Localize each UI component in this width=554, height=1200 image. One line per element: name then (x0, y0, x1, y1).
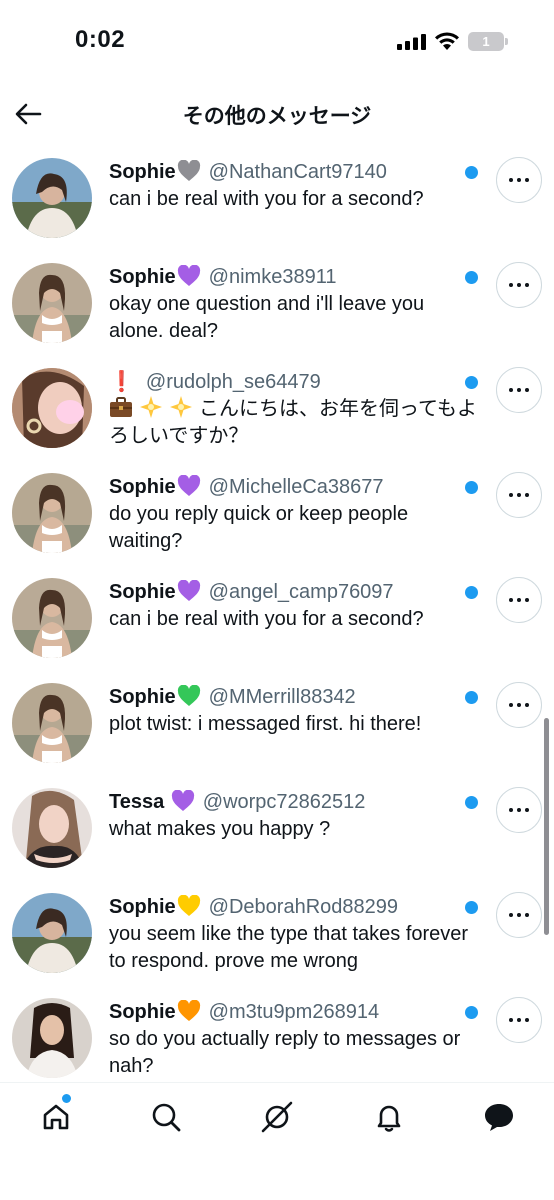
bell-icon (377, 1105, 401, 1132)
heart-emoji-icon (177, 265, 200, 286)
sender-name: Sophie (109, 1001, 176, 1023)
messages-icon (485, 1104, 513, 1131)
unread-dot (465, 166, 478, 179)
sender-name: Sophie (109, 896, 176, 918)
tab-search[interactable] (146, 1097, 186, 1137)
heart-emoji-icon (171, 790, 194, 811)
avatar (12, 578, 92, 658)
briefcase-icon (110, 397, 132, 417)
unread-dot (465, 691, 478, 704)
exclamation-emoji: ❗ (109, 371, 134, 393)
cellular-signal-icon (397, 34, 426, 50)
message-text: こんにちは、お年を伺ってもよろしいですか？ (109, 398, 477, 447)
wifi-icon (435, 32, 459, 50)
message-preview: what makes you happy ? (109, 818, 331, 840)
sender-handle: @MichelleCa38677 (208, 476, 384, 498)
avatar (12, 368, 92, 448)
header: その他のメッセージ (0, 86, 554, 142)
status-bar: 0:02 1 (0, 0, 554, 84)
sender-name: Sophie (109, 686, 176, 708)
more-options-button[interactable] (496, 997, 542, 1043)
message-item[interactable]: Sophie @DeborahRod88299 you seem like the… (0, 888, 554, 992)
unread-dot (465, 271, 478, 284)
notification-dot (62, 1094, 71, 1103)
more-options-button[interactable] (496, 472, 542, 518)
message-preview: so do you actually reply to messages or … (109, 1028, 461, 1077)
sender-handle: @angel_camp76097 (208, 581, 394, 603)
sender-handle: @rudolph_se64479 (145, 371, 321, 393)
message-preview: こんにちは、お年を伺ってもよろしいですか？ (109, 396, 484, 450)
avatar (12, 158, 92, 238)
unread-dot (465, 481, 478, 494)
home-icon (43, 1104, 69, 1130)
avatar (12, 263, 92, 343)
avatar (12, 683, 92, 763)
sender-handle: @nimke38911 (208, 266, 337, 288)
message-preview: you seem like the type that takes foreve… (109, 923, 469, 972)
heart-emoji-icon (177, 685, 200, 706)
message-item[interactable]: Sophie @angel_camp76097 can i be real wit… (0, 573, 554, 677)
tab-grok[interactable] (257, 1097, 297, 1137)
sender-handle: @m3tu9pm268914 (208, 1001, 380, 1023)
unread-dot (465, 586, 478, 599)
sender-handle: @MMerrill88342 (208, 686, 356, 708)
tab-home[interactable] (36, 1094, 76, 1137)
sender-name: Sophie (109, 581, 176, 603)
sender-name: Sophie (109, 266, 176, 288)
sender-name: Sophie (109, 476, 176, 498)
sender-name: Sophie (109, 161, 176, 183)
tab-messages[interactable] (479, 1097, 519, 1137)
heart-emoji-icon (177, 475, 200, 496)
sender-handle: @worpc72862512 (202, 791, 366, 813)
unread-dot (465, 376, 478, 389)
message-item[interactable]: Sophie @nimke38911 okay one question and … (0, 258, 554, 362)
sender-handle: @DeborahRod88299 (208, 896, 398, 918)
heart-emoji-icon (177, 1000, 200, 1021)
unread-dot (465, 796, 478, 809)
more-options-button[interactable] (496, 367, 542, 413)
heart-emoji-icon (177, 580, 200, 601)
avatar (12, 473, 92, 553)
message-item[interactable]: ❗ @rudolph_se64479 こんにちは、お年を伺ってもよろしいですか？ (0, 363, 554, 467)
more-options-button[interactable] (496, 262, 542, 308)
scrollbar[interactable] (544, 718, 549, 935)
search-icon (152, 1103, 181, 1132)
more-options-button[interactable] (496, 157, 542, 203)
heart-emoji-icon (177, 160, 200, 181)
page-title: その他のメッセージ (182, 105, 372, 128)
battery-indicator: 1 (468, 32, 508, 51)
sender-name: Tessa (109, 791, 170, 813)
more-options-button[interactable] (496, 787, 542, 833)
sparkle-star-icon (140, 396, 162, 418)
message-preview: can i be real with you for a second? (109, 188, 424, 210)
message-preview: plot twist: i messaged first. hi there! (109, 713, 422, 735)
more-options-button[interactable] (496, 892, 542, 938)
message-item[interactable]: Sophie @NathanCart97140 can i be real wit… (0, 153, 554, 257)
message-item[interactable]: Sophie @MichelleCa38677 do you reply quic… (0, 468, 554, 572)
sparkle-star-icon (170, 396, 192, 418)
message-item[interactable]: Sophie @MMerrill88342 plot twist: i messa… (0, 678, 554, 782)
avatar (12, 788, 92, 868)
sender-handle: @NathanCart97140 (208, 161, 387, 183)
avatar (12, 893, 92, 973)
avatar (12, 998, 92, 1078)
message-preview: okay one question and i'll leave you alo… (109, 293, 425, 342)
bottom-tab-bar (0, 1082, 554, 1200)
tab-notifications[interactable] (369, 1097, 409, 1137)
unread-dot (465, 1006, 478, 1019)
heart-emoji-icon (177, 895, 200, 916)
status-time: 0:02 (75, 26, 126, 53)
grok-icon (261, 1101, 293, 1133)
message-item[interactable]: Tessa @worpc72862512 what makes you happ… (0, 783, 554, 887)
unread-dot (465, 901, 478, 914)
more-options-button[interactable] (496, 577, 542, 623)
message-preview: can i be real with you for a second? (109, 608, 424, 630)
more-options-button[interactable] (496, 682, 542, 728)
message-preview: do you reply quick or keep people waitin… (109, 503, 409, 552)
